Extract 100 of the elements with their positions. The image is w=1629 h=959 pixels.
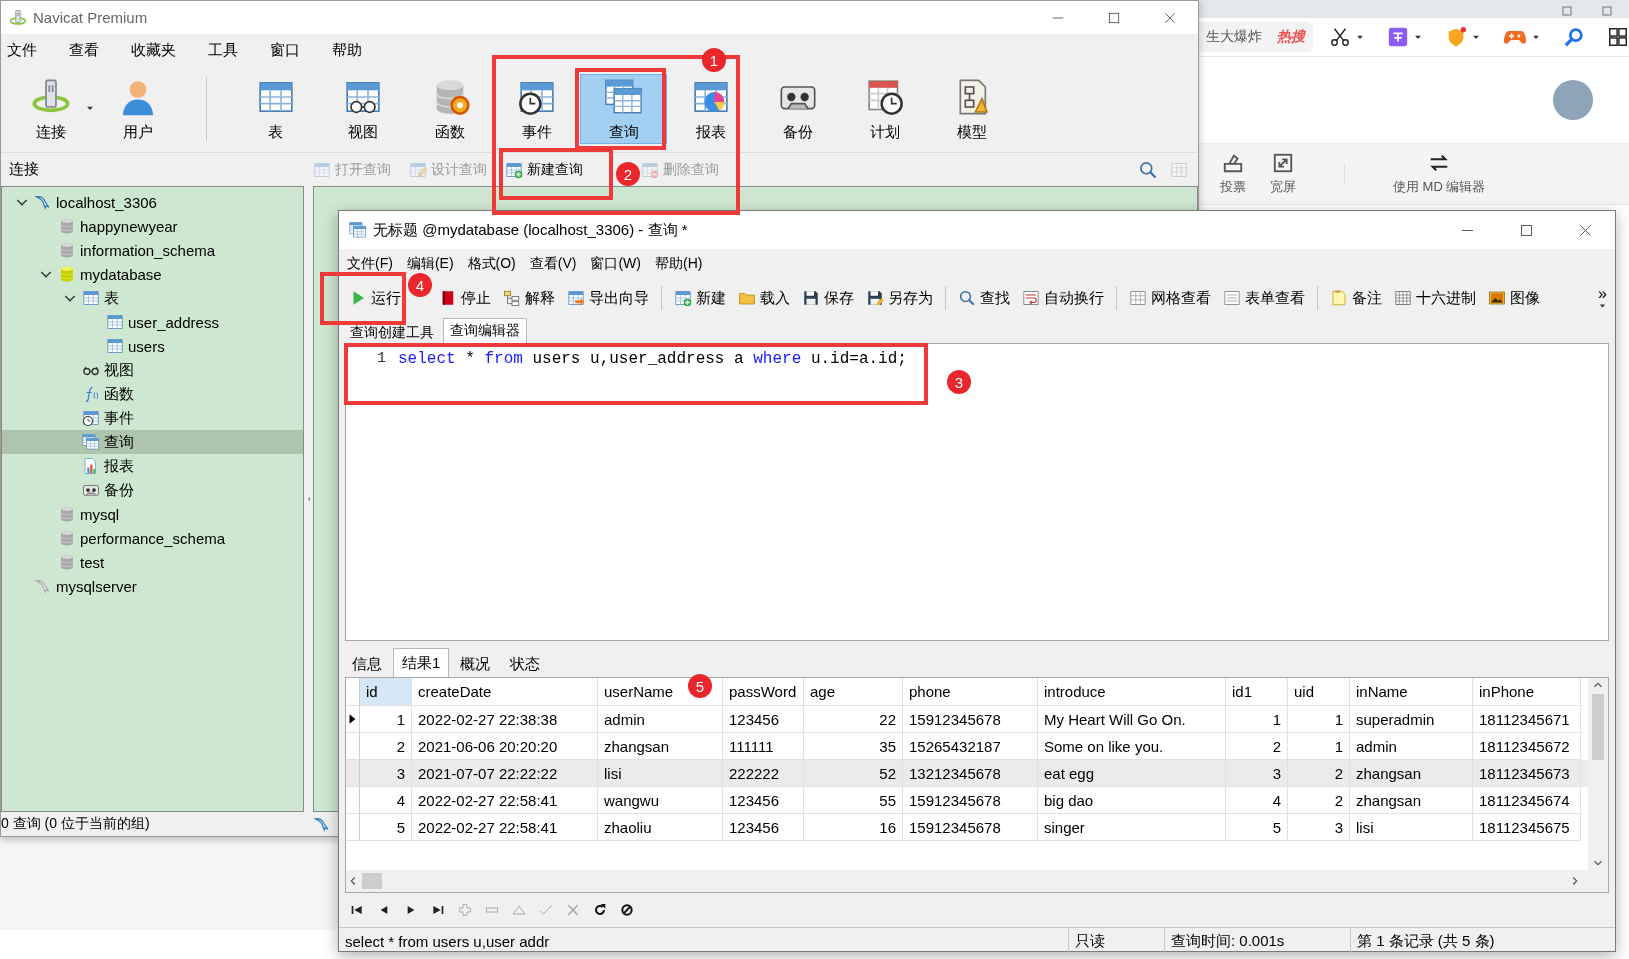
action-button[interactable]: 新建查询 bbox=[505, 160, 583, 179]
tree-item[interactable]: happynewyear bbox=[2, 214, 303, 238]
table-cell: 3 bbox=[1288, 814, 1350, 841]
database-icon bbox=[58, 529, 76, 547]
tree-item[interactable]: 备份 bbox=[2, 478, 303, 502]
toolbar-button[interactable]: 投票 bbox=[1220, 152, 1246, 196]
scrollbar[interactable] bbox=[1588, 678, 1608, 870]
scrollbar[interactable] bbox=[346, 870, 1608, 892]
toolbar-button[interactable]: 宽屏 bbox=[1270, 152, 1296, 196]
column-header[interactable]: id bbox=[360, 678, 412, 706]
menu-item[interactable]: 查看(V) bbox=[529, 255, 577, 273]
menu-item[interactable]: 查看 bbox=[69, 40, 99, 60]
toolbar-button[interactable]: 模型 bbox=[928, 74, 1015, 144]
search-icon[interactable] bbox=[1563, 26, 1585, 48]
toolbar-button[interactable]: 备份 bbox=[754, 74, 841, 144]
toolbar-button[interactable]: 解释 bbox=[497, 283, 561, 313]
tree-item[interactable]: mydatabase bbox=[2, 262, 303, 286]
database-icon bbox=[58, 265, 76, 283]
table-icon bbox=[313, 160, 331, 179]
search-field[interactable]: 生大爆炸 热搜 bbox=[1198, 22, 1313, 52]
search-icon[interactable] bbox=[1138, 159, 1158, 180]
tab[interactable]: 查询编辑器 bbox=[443, 318, 527, 343]
maximize-icon[interactable] bbox=[1519, 222, 1534, 238]
apps-icon[interactable] bbox=[1607, 26, 1629, 48]
dolphin-icon bbox=[34, 193, 52, 211]
toolbar-button[interactable]: 载入 bbox=[732, 283, 796, 313]
menu-item[interactable]: 窗口 bbox=[270, 40, 300, 60]
tree-item[interactable]: users bbox=[2, 334, 303, 358]
tree-item[interactable]: 函数 bbox=[2, 382, 303, 406]
tab[interactable]: 信息 bbox=[343, 651, 391, 677]
toolbar-button[interactable]: 函数 bbox=[406, 74, 493, 144]
toolbar-button[interactable]: 用户 bbox=[94, 74, 181, 144]
tree-item[interactable]: 视图 bbox=[2, 358, 303, 382]
overflow-button[interactable]: » bbox=[1598, 286, 1607, 301]
toolbar-button[interactable]: 事件 bbox=[493, 74, 580, 144]
menu-item[interactable]: 编辑(E) bbox=[406, 255, 454, 273]
tree-item[interactable]: localhost_3306 bbox=[2, 190, 303, 214]
toolbar-button[interactable]: 停止 bbox=[433, 283, 497, 313]
database-icon bbox=[58, 505, 76, 523]
menu-item[interactable]: 帮助 bbox=[332, 40, 362, 60]
toolbar-button[interactable]: 查找 bbox=[952, 283, 1016, 313]
toolbar-button[interactable]: 备注 bbox=[1324, 283, 1388, 313]
toolbar-button[interactable]: 运行 bbox=[343, 283, 407, 313]
menu-item[interactable]: 窗口(W) bbox=[590, 255, 641, 273]
tab[interactable]: 状态 bbox=[501, 651, 550, 677]
close-icon[interactable] bbox=[1163, 10, 1177, 25]
tree-item[interactable]: 报表 bbox=[2, 454, 303, 478]
toolbar-button[interactable]: 表 bbox=[232, 74, 319, 144]
table-icon bbox=[106, 337, 124, 355]
toolbar-button[interactable]: 图像 bbox=[1482, 283, 1546, 313]
tree-item[interactable]: 表 bbox=[2, 286, 303, 310]
toolbar-button[interactable]: 网格查看 bbox=[1123, 283, 1217, 313]
table-row[interactable]: 3 2021-07-07 22:22:22 lisi 222222 52 13212345678 eat egg 3 2 zhangsan 18112345673 bbox=[346, 760, 1588, 787]
toolbar-button[interactable]: 自动换行 bbox=[1016, 283, 1110, 313]
toolbar-button[interactable]: 视图 bbox=[319, 74, 406, 144]
menu-item[interactable]: 文件 bbox=[7, 40, 37, 60]
menu-item[interactable]: 格式(O) bbox=[467, 255, 516, 273]
tree-item[interactable]: mysqlserver bbox=[2, 574, 303, 598]
tree-item[interactable]: 查询 bbox=[2, 430, 303, 454]
translate-icon[interactable] bbox=[1387, 26, 1409, 48]
toolbar-button[interactable]: 另存为 bbox=[860, 283, 939, 313]
tree-item[interactable]: user_address bbox=[2, 310, 303, 334]
tree-item[interactable]: test bbox=[2, 550, 303, 574]
maximize-icon[interactable] bbox=[1107, 10, 1121, 25]
tree-item[interactable]: mysql bbox=[2, 502, 303, 526]
scissors-icon[interactable] bbox=[1329, 26, 1351, 48]
toolbar-button[interactable]: 十六进制 bbox=[1388, 283, 1482, 313]
maximize-icon[interactable] bbox=[1561, 5, 1573, 17]
refresh-icon[interactable] bbox=[592, 902, 608, 918]
toolbar-button[interactable]: 导出向导 bbox=[561, 283, 655, 313]
tab[interactable]: 结果1 bbox=[393, 648, 450, 677]
dolphin-icon bbox=[34, 577, 52, 595]
menu-item[interactable]: 工具 bbox=[208, 40, 238, 60]
table-icon bbox=[106, 313, 124, 331]
toolbar-button[interactable]: 使用 MD 编辑器 bbox=[1393, 152, 1486, 196]
maximize-icon[interactable] bbox=[1601, 5, 1613, 17]
plug-icon bbox=[9, 8, 27, 27]
tree-item[interactable]: performance_schema bbox=[2, 526, 303, 550]
toolbar-button[interactable]: 新建 bbox=[668, 283, 732, 313]
scroll-thumb[interactable] bbox=[1592, 694, 1604, 760]
tab[interactable]: 概况 bbox=[451, 651, 500, 677]
toolbar-button[interactable]: 表单查看 bbox=[1217, 283, 1311, 313]
toolbar-button[interactable]: 连接 bbox=[7, 74, 94, 144]
close-icon[interactable] bbox=[1578, 222, 1593, 238]
menu-item[interactable]: 收藏夹 bbox=[131, 40, 176, 60]
table-cell: zhaoliu bbox=[598, 814, 723, 841]
toolbar-button[interactable]: 保存 bbox=[796, 283, 860, 313]
toolbar-button[interactable]: 报表 bbox=[667, 74, 754, 144]
tab[interactable]: 查询创建工具 bbox=[343, 321, 441, 343]
tree-item[interactable]: information_schema bbox=[2, 238, 303, 262]
toolbar-button[interactable]: 查询 bbox=[580, 74, 667, 144]
tree-item[interactable]: 事件 bbox=[2, 406, 303, 430]
stop-sign-icon[interactable] bbox=[619, 902, 635, 918]
toolbar-button[interactable]: 计划 bbox=[841, 74, 928, 144]
grid-icon bbox=[1129, 289, 1147, 307]
status-text: select * from users u,user addr bbox=[339, 928, 1069, 954]
avatar[interactable] bbox=[1553, 80, 1593, 120]
scroll-thumb[interactable] bbox=[362, 873, 382, 889]
menu-item[interactable]: 帮助(H) bbox=[655, 255, 703, 273]
menu-item[interactable]: 文件(F) bbox=[347, 255, 393, 273]
